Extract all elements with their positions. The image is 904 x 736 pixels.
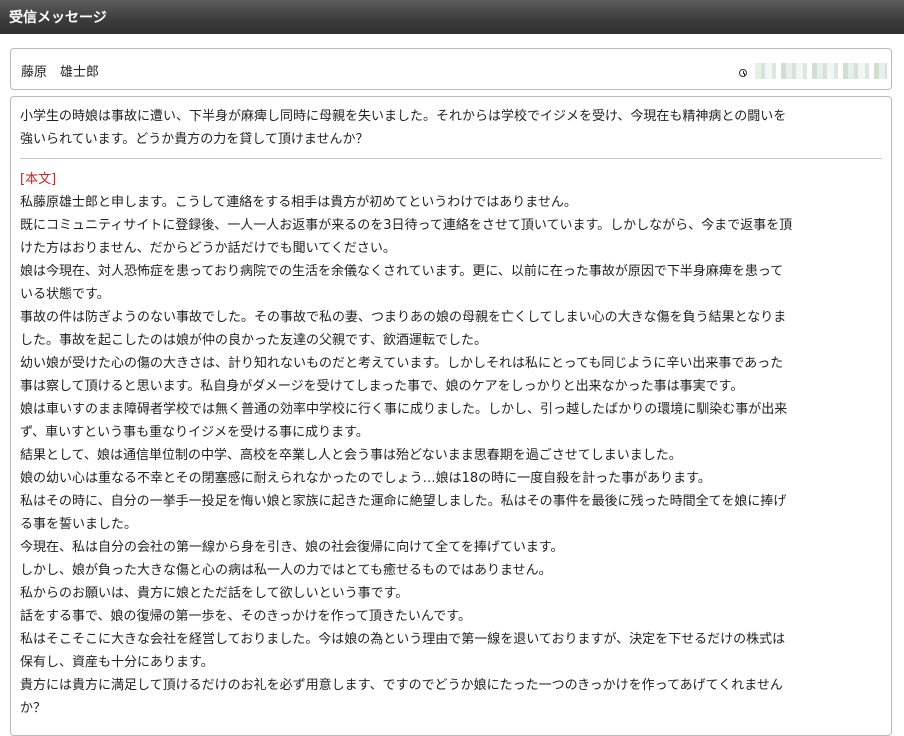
header-bar: 受信メッセージ [0, 0, 904, 34]
body-line: 私からのお願いは、貴方に娘とただ話をして欲しいという事です。 [20, 586, 409, 601]
body-line: る事を誓いました。 [20, 517, 138, 532]
sender-panel: 藤原 雄士郎 [10, 48, 892, 90]
body-line: ず、車いすという事も重なりイジメを受ける事に成ります。 [20, 425, 369, 440]
body-line: 結果として、娘は通信単位制の中学、高校を卒業し人と会う事は殆どないまま思春期を過… [20, 448, 682, 463]
divider [20, 158, 882, 159]
summary-line: 小学生の時娘は事故に遭い、下半身が麻痺し同時に母親を失いました。それからは学校で… [20, 109, 787, 124]
redacted-timestamp [755, 63, 887, 79]
body-line: 貴方には貴方に満足して頂けるだけのお礼を必ず用意します、ですのでどうか娘にたった… [20, 678, 783, 693]
page-title: 受信メッセージ [9, 10, 107, 26]
message-summary: 小学生の時娘は事故に遭い、下半身が麻痺し同時に母親を失いました。それからは学校で… [20, 105, 882, 151]
body-line: 今現在、私は自分の会社の第一線から身を引き、娘の社会復帰に向けて全てを捧げていま… [20, 540, 564, 555]
summary-line: 強いられています。どうか貴方の力を貸して頂けませんか？ [20, 132, 369, 147]
message-panel: 小学生の時娘は事故に遭い、下半身が麻痺し同時に母親を失いました。それからは学校で… [10, 96, 892, 736]
body-line: 娘は今現在、対人恐怖症を患っており病院での生活を余儀なくされています。更に、以前… [20, 264, 784, 279]
clock-icon [739, 69, 747, 77]
body-line: 既にコミュニティサイトに登録後、一人一人お返事が来るのを3日待って連絡をさせて頂… [20, 218, 793, 233]
body-line: 私はその時に、自分の一挙手一投足を悔い娘と家族に起きた運命に絶望しました。私はそ… [20, 494, 787, 509]
body-line: 私はそこそこに大きな会社を経営しておりました。今は娘の為という理由で第一線を退い… [20, 632, 786, 647]
body-line: 娘の幼い心は重なる不幸とその閉塞感に耐えられなかったのでしょう…娘は18の時に一… [20, 471, 711, 486]
message-body: 私藤原雄士郎と申します。こうして連絡をする相手は貴方が初めてというわけではありま… [20, 191, 882, 720]
body-line: 娘は車いすのまま障碍者学校では無く普通の効率中学校に行く事に成りました。しかし、… [20, 402, 788, 417]
body-line: した。事故を起こしたのは娘が仲の良かった友達の父親です、飲酒運転でした。 [20, 333, 487, 348]
body-line: 事は察して頂けると思います。私自身がダメージを受けてしまった事で、娘のケアをしっ… [20, 379, 744, 394]
body-line: いる状態です。 [20, 287, 110, 302]
sender-name: 藤原 雄士郎 [21, 65, 100, 80]
body-line: 保有し、資産も十分にあります。 [20, 655, 214, 670]
body-line: か？ [20, 701, 47, 716]
body-line: けた方はおりません、だからどうか話だけでも聞いてください。 [20, 241, 396, 256]
body-line: 事故の件は防ぎようのない事故でした。その事故で私の妻、つまりあの娘の母親を亡くし… [20, 310, 787, 325]
body-line: 幼い娘が受けた心の傷の大きさは、計り知れないものだと考えています。しかしそれは私… [20, 356, 784, 371]
body-line: しかし、娘が負った大きな傷と心の病は私一人の力ではとても癒せるものではありません… [20, 563, 552, 578]
body-line: 私藤原雄士郎と申します。こうして連絡をする相手は貴方が初めてというわけではありま… [20, 195, 577, 210]
body-label: [本文] [20, 172, 57, 187]
body-line: 話をする事で、娘の復帰の第一歩を、そのきっかけを作って頂きたいんです。 [20, 609, 471, 624]
